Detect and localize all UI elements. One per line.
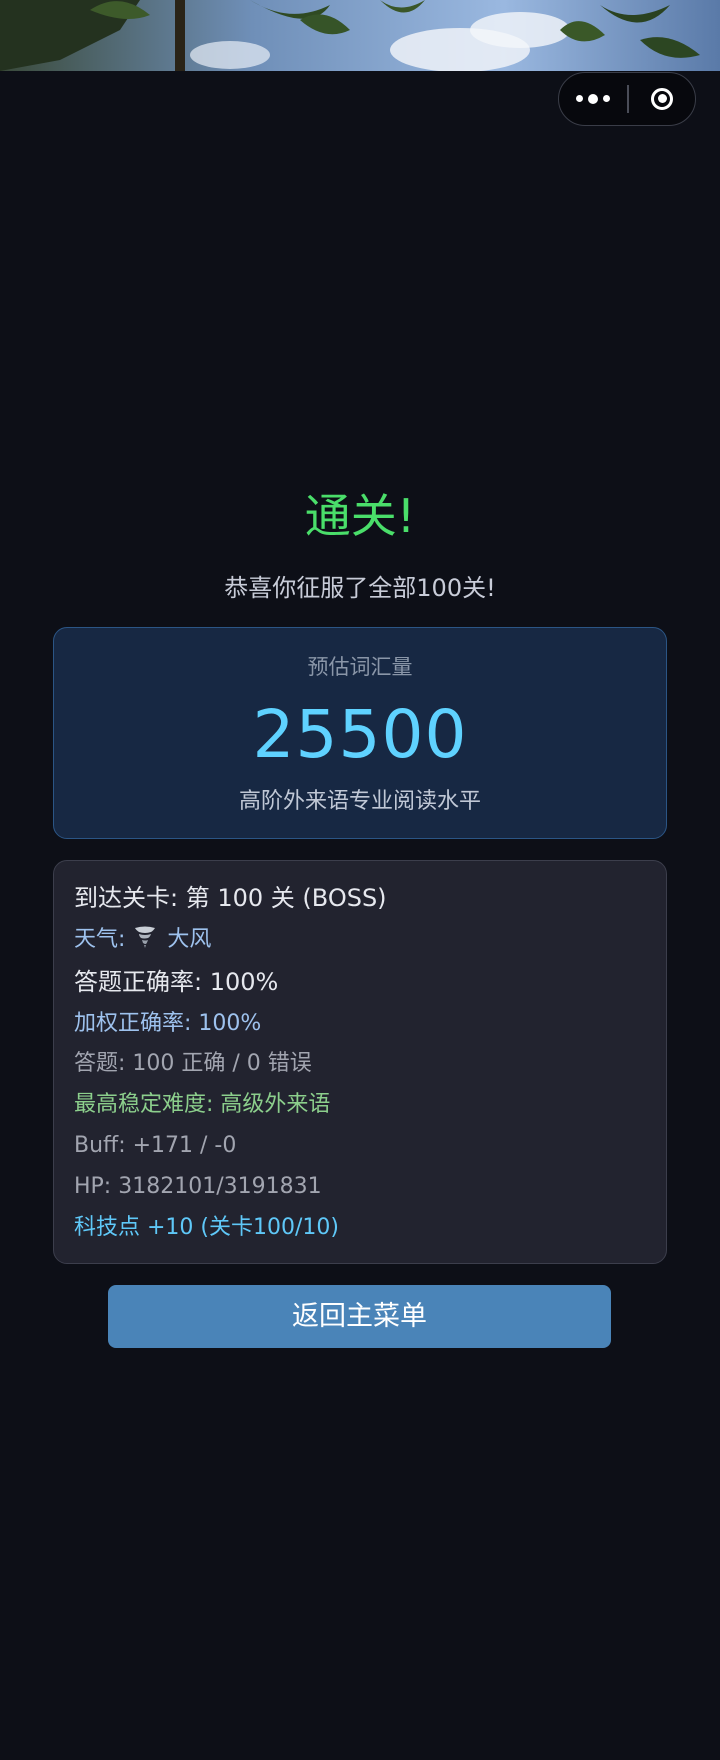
stat-weighted-accuracy: 加权正确率: 100% <box>74 1011 262 1036</box>
stats-card: 到达关卡: 第 100 关 (BOSS) 天气: 大风 答题正确率: 100% … <box>53 860 667 1264</box>
weather-value: 大风 <box>167 927 212 952</box>
stat-hp: HP: 3182101/3191831 <box>74 1174 322 1199</box>
stat-accuracy: 答题正确率: 100% <box>74 968 279 996</box>
stat-max-difficulty: 最高稳定难度: 高级外来语 <box>74 1092 331 1117</box>
stat-level-reached: 到达关卡: 第 100 关 (BOSS) <box>74 884 387 912</box>
weather-prefix: 天气: <box>74 927 126 952</box>
more-dots-icon-right <box>603 95 610 102</box>
mini-program-capsule <box>558 72 696 126</box>
vocab-value: 25500 <box>252 696 468 773</box>
result-title: 通关! <box>304 489 416 543</box>
stat-weather: 天气: 大风 <box>74 923 211 960</box>
vocab-level-description: 高阶外来语专业阅读水平 <box>238 789 481 814</box>
more-dots-icon-center <box>588 93 598 104</box>
header-background-photo <box>0 0 720 71</box>
more-dots-icon <box>576 95 583 102</box>
stat-buff: Buff: +171 / -0 <box>74 1133 237 1158</box>
result-subtitle: 恭喜你征服了全部100关! <box>224 574 496 602</box>
stat-answers: 答题: 100 正确 / 0 错误 <box>74 1051 312 1076</box>
more-button[interactable] <box>559 73 627 124</box>
stat-tech-points: 科技点 +10 (关卡100/10) <box>74 1215 339 1240</box>
close-button[interactable] <box>629 73 695 124</box>
vocab-estimate-card: 预估词汇量 25500 高阶外来语专业阅读水平 <box>53 627 667 839</box>
target-circle-icon <box>651 87 673 110</box>
back-to-menu-button[interactable]: 返回主菜单 <box>108 1285 611 1348</box>
tornado-icon <box>134 925 156 960</box>
vocab-label: 预估词汇量 <box>307 655 413 679</box>
